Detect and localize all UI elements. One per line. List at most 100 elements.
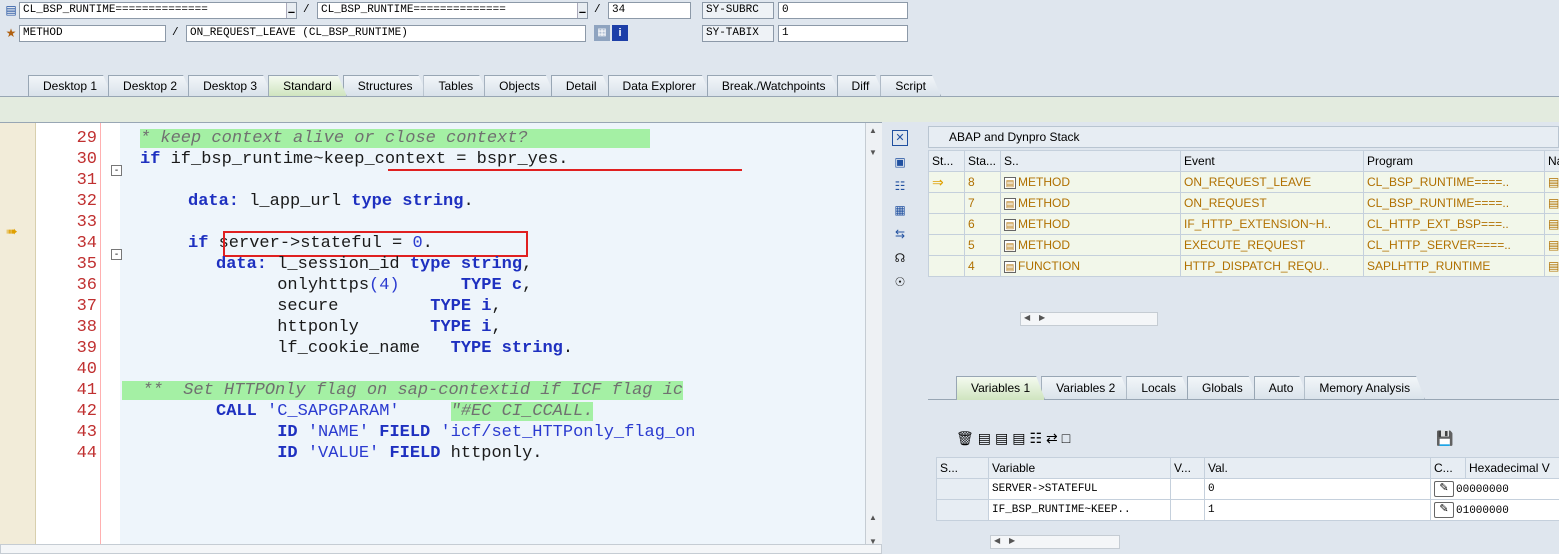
column-header[interactable]: St... bbox=[929, 151, 965, 172]
variable-name[interactable]: IF_BSP_RUNTIME~KEEP.. bbox=[989, 500, 1171, 521]
transfer-icon[interactable]: ⇄ bbox=[1046, 430, 1058, 447]
column-header[interactable]: Sta... bbox=[965, 151, 1001, 172]
close-icon[interactable]: ✕ bbox=[892, 130, 908, 146]
edit-pencil-icon[interactable]: ✎00000000 bbox=[1431, 479, 1559, 500]
column-header[interactable]: S... bbox=[937, 458, 989, 479]
tab-script[interactable]: Script bbox=[880, 75, 941, 96]
highlight-box bbox=[223, 231, 528, 257]
tab-variables-2[interactable]: Variables 2 bbox=[1041, 376, 1130, 400]
include-dropdown-icon[interactable]: ▁ bbox=[577, 3, 587, 18]
variable-name[interactable]: SERVER->STATEFUL bbox=[989, 479, 1171, 500]
tab-data-explorer[interactable]: Data Explorer bbox=[608, 75, 711, 96]
column-header[interactable]: Event bbox=[1181, 151, 1364, 172]
line-number: 36 bbox=[57, 276, 97, 295]
editor-horizontal-scrollbar[interactable] bbox=[0, 544, 882, 554]
column-header[interactable]: Hexadecimal V bbox=[1466, 458, 1559, 479]
program-name: CL_BSP_RUNTIME====.. bbox=[1364, 172, 1545, 193]
table-row[interactable]: 5 ▤METHOD EXECUTE_REQUEST CL_HTTP_SERVER… bbox=[929, 235, 1559, 256]
sysvar1-value[interactable]: 0 bbox=[778, 2, 908, 19]
tab-detail[interactable]: Detail bbox=[551, 75, 612, 96]
stack-level: 5 bbox=[965, 235, 1001, 256]
sysvar2-value[interactable]: 1 bbox=[778, 25, 908, 42]
fold-toggle-icon[interactable]: - bbox=[111, 165, 122, 176]
insert-row-icon[interactable]: ▤ bbox=[978, 430, 991, 447]
variables-table[interactable]: S... Variable V... Val. C... Hexadecimal… bbox=[936, 457, 1559, 521]
variable-value[interactable]: 0 bbox=[1205, 479, 1431, 500]
navigate-icon[interactable]: ▤ bbox=[1545, 193, 1559, 214]
stack-horizontal-scrollbar[interactable]: ◀ ▶ bbox=[1020, 312, 1158, 326]
scroll-left-icon[interactable]: ◀ bbox=[1024, 313, 1030, 322]
code-line-38: httponly TYPE i, bbox=[216, 318, 502, 337]
tab-breakpoints[interactable]: Break./Watchpoints bbox=[707, 75, 841, 96]
tab-locals[interactable]: Locals bbox=[1126, 376, 1191, 400]
code-area[interactable] bbox=[120, 123, 865, 552]
info-icon[interactable]: i bbox=[612, 25, 628, 41]
tab-globals[interactable]: Globals bbox=[1187, 376, 1258, 400]
program-dropdown-icon[interactable]: ▁ bbox=[286, 3, 296, 18]
line-number: 29 bbox=[57, 129, 97, 148]
highlight-underline bbox=[388, 169, 742, 171]
tab-desktop-2[interactable]: Desktop 2 bbox=[108, 75, 192, 96]
headset-icon[interactable]: ☊ bbox=[892, 250, 908, 266]
delete-icon[interactable]: 🗑 bbox=[956, 430, 974, 447]
table-row[interactable]: IF_BSP_RUNTIME~KEEP.. 1 ✎01000000 bbox=[937, 500, 1559, 521]
maximize-icon[interactable]: ▦ bbox=[892, 202, 908, 218]
open-icon[interactable]: □ bbox=[1062, 430, 1070, 447]
table-row[interactable]: 7 ▤METHOD ON_REQUEST CL_BSP_RUNTIME====.… bbox=[929, 193, 1559, 214]
include-field[interactable]: CL_BSP_RUNTIME==============▁ bbox=[317, 2, 588, 19]
append-row-icon[interactable]: ▤ bbox=[995, 430, 1008, 447]
column-header[interactable]: S.. bbox=[1001, 151, 1181, 172]
variables-horizontal-scrollbar[interactable]: ◀ ▶ bbox=[990, 535, 1120, 549]
stack-table[interactable]: St... Sta... S.. Event Program Na ⇒ 8 ▤M… bbox=[928, 150, 1559, 277]
table-row[interactable]: ⇒ 8 ▤METHOD ON_REQUEST_LEAVE CL_BSP_RUNT… bbox=[929, 172, 1559, 193]
table-row[interactable]: 6 ▤METHOD IF_HTTP_EXTENSION~H.. CL_HTTP_… bbox=[929, 214, 1559, 235]
layout-icon[interactable]: ☷ bbox=[892, 178, 908, 194]
navigate-icon[interactable]: ▤ bbox=[1545, 235, 1559, 256]
scroll-up-icon[interactable]: ▲ bbox=[869, 126, 877, 135]
program-field[interactable]: CL_BSP_RUNTIME==============▁ bbox=[19, 2, 297, 19]
table-row[interactable]: 4 ▤FUNCTION HTTP_DISPATCH_REQU.. SAPLHTT… bbox=[929, 256, 1559, 277]
new-window-icon[interactable]: ▣ bbox=[892, 154, 908, 170]
column-header[interactable]: C... bbox=[1431, 458, 1466, 479]
tab-auto[interactable]: Auto bbox=[1254, 376, 1309, 400]
column-header[interactable]: V... bbox=[1171, 458, 1205, 479]
swap-icon[interactable]: ⇆ bbox=[892, 226, 908, 242]
program-name: CL_HTTP_SERVER====.. bbox=[1364, 235, 1545, 256]
scroll-right-icon[interactable]: ▶ bbox=[1039, 313, 1045, 322]
line-field[interactable]: 34 bbox=[608, 2, 691, 19]
tab-memory-analysis[interactable]: Memory Analysis bbox=[1304, 376, 1425, 400]
tab-standard[interactable]: Standard bbox=[268, 75, 347, 96]
editor-vertical-scrollbar[interactable]: ▲ ▼ ▲ ▼ bbox=[865, 123, 882, 552]
tab-objects[interactable]: Objects bbox=[484, 75, 555, 96]
tab-tables[interactable]: Tables bbox=[423, 75, 488, 96]
column-header[interactable]: Val. bbox=[1205, 458, 1431, 479]
fold-toggle-icon[interactable]: - bbox=[111, 249, 122, 260]
floppy-save-icon[interactable]: 💾 bbox=[1436, 430, 1452, 446]
tab-variables-1[interactable]: Variables 1 bbox=[956, 376, 1045, 400]
scroll-down-icon[interactable]: ▼ bbox=[869, 148, 877, 157]
tree-icon[interactable]: ☉ bbox=[892, 274, 908, 290]
tab-diff[interactable]: Diff bbox=[837, 75, 885, 96]
navigate-icon[interactable]: ▤ bbox=[1545, 214, 1559, 235]
scroll-right-icon[interactable]: ▶ bbox=[1009, 536, 1015, 545]
source-editor[interactable]: ➠ 29 30 31 32 33 34 35 36 37 38 39 40 41… bbox=[0, 122, 882, 552]
tab-desktop-1[interactable]: Desktop 1 bbox=[28, 75, 112, 96]
table-row[interactable]: SERVER->STATEFUL 0 ✎00000000 bbox=[937, 479, 1559, 500]
structure-icon[interactable]: ▦ bbox=[594, 25, 610, 41]
variable-value[interactable]: 1 bbox=[1205, 500, 1431, 521]
column-header[interactable]: Na bbox=[1545, 151, 1559, 172]
line-number: 40 bbox=[57, 360, 97, 379]
navigate-icon[interactable]: ▤ bbox=[1545, 256, 1559, 277]
column-header[interactable]: Program bbox=[1364, 151, 1545, 172]
scroll-left-icon[interactable]: ◀ bbox=[994, 536, 1000, 545]
save-variables-icon[interactable]: ▤ bbox=[1012, 430, 1025, 447]
hierarchy-icon[interactable]: ☷ bbox=[1029, 430, 1042, 447]
edit-pencil-icon[interactable]: ✎01000000 bbox=[1431, 500, 1559, 521]
tab-structures[interactable]: Structures bbox=[343, 75, 428, 96]
navigate-icon[interactable]: ▤ bbox=[1545, 172, 1559, 193]
line-number: 32 bbox=[57, 192, 97, 211]
breakpoint-gutter[interactable] bbox=[0, 123, 36, 552]
column-header[interactable]: Variable bbox=[989, 458, 1171, 479]
tab-desktop-3[interactable]: Desktop 3 bbox=[188, 75, 272, 96]
scroll-up-icon[interactable]: ▲ bbox=[869, 513, 877, 522]
